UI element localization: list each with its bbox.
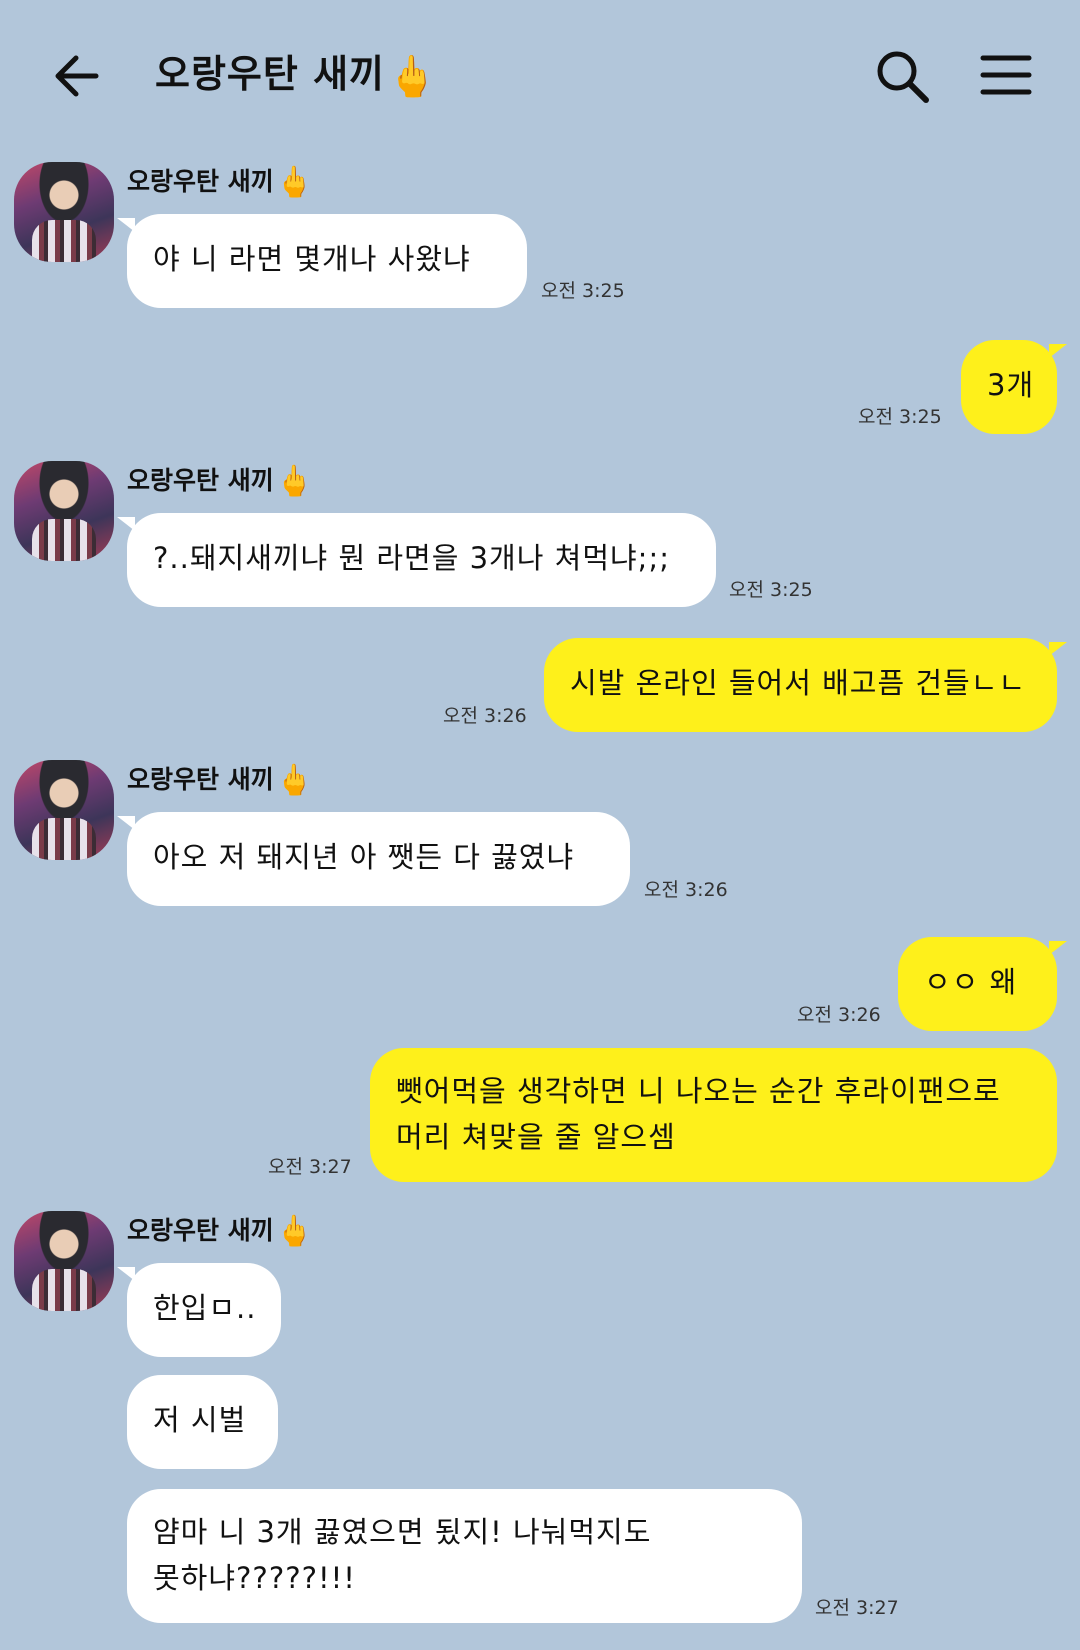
message-time: 오전 3:25 bbox=[858, 406, 942, 428]
message-bubble-outgoing[interactable]: 시발 온라인 들어서 배고픔 건들ㄴㄴ bbox=[544, 638, 1067, 732]
arrow-left-icon bbox=[55, 55, 99, 97]
chat-title-text: 오랑우탄 새끼 bbox=[155, 52, 385, 96]
middle-finger-emoji-icon: 🖕 bbox=[275, 165, 314, 200]
chat-title: 오랑우탄 새끼🖕 bbox=[155, 44, 438, 104]
message-time: 오전 3:26 bbox=[797, 1004, 881, 1026]
message-time: 오전 3:26 bbox=[644, 879, 728, 901]
sender-name-text: 오랑우탄 새끼 bbox=[127, 765, 274, 794]
sender-name-text: 오랑우탄 새끼 bbox=[127, 466, 274, 495]
search-icon bbox=[877, 51, 929, 103]
message-bubble-outgoing[interactable]: 3개 bbox=[961, 340, 1067, 434]
message-time: 오전 3:26 bbox=[443, 705, 527, 727]
sender-name: 오랑우탄 새끼🖕 bbox=[127, 164, 313, 201]
sender-name-text: 오랑우탄 새끼 bbox=[127, 1216, 274, 1245]
message-line: 뺏어먹을 생각하면 니 나오는 순간 후라이팬으로 bbox=[396, 1074, 1001, 1108]
sender-name-text: 오랑우탄 새끼 bbox=[127, 167, 274, 196]
sender-name: 오랑우탄 새끼🖕 bbox=[127, 762, 313, 799]
sender-avatar[interactable] bbox=[14, 1211, 114, 1311]
back-button[interactable] bbox=[50, 48, 106, 104]
middle-finger-emoji-icon: 🖕 bbox=[275, 464, 314, 499]
message-time: 오전 3:25 bbox=[729, 579, 813, 601]
message-time: 오전 3:27 bbox=[268, 1156, 352, 1178]
middle-finger-emoji-icon: 🖕 bbox=[387, 53, 438, 100]
message-time: 오전 3:25 bbox=[541, 280, 625, 302]
message-bubble-incoming[interactable]: 저 시벌 bbox=[127, 1375, 278, 1469]
message-line: 못하냐?????!!! bbox=[153, 1561, 356, 1595]
message-bubble-incoming[interactable]: ?..돼지새끼냐 뭔 라면을 3개나 쳐먹냐;;; bbox=[117, 513, 716, 607]
sender-avatar[interactable] bbox=[14, 461, 114, 561]
search-button[interactable] bbox=[872, 46, 932, 106]
sender-avatar[interactable] bbox=[14, 760, 114, 860]
message-line: 머리 쳐맞을 줄 알으셈 bbox=[396, 1120, 676, 1154]
chat-header: 오랑우탄 새끼🖕 bbox=[0, 0, 1080, 150]
sender-avatar[interactable] bbox=[14, 162, 114, 262]
hamburger-menu-icon bbox=[980, 55, 1032, 95]
sender-name: 오랑우탄 새끼🖕 bbox=[127, 463, 313, 500]
message-bubble-incoming[interactable]: 얌마 니 3개 끓였으면 됬지! 나눠먹지도 못하냐?????!!! bbox=[127, 1489, 802, 1623]
message-bubble-incoming[interactable]: 야 니 라면 몇개나 사왔냐 bbox=[117, 214, 527, 308]
middle-finger-emoji-icon: 🖕 bbox=[275, 1214, 314, 1249]
message-bubble-incoming[interactable]: 한입ㅁ.. bbox=[117, 1263, 281, 1357]
middle-finger-emoji-icon: 🖕 bbox=[275, 763, 314, 798]
message-bubble-incoming[interactable]: 아오 저 돼지년 아 쨋든 다 끓였냐 bbox=[117, 812, 630, 906]
menu-button[interactable] bbox=[980, 50, 1032, 100]
message-bubble-outgoing[interactable]: 뺏어먹을 생각하면 니 나오는 순간 후라이팬으로 머리 쳐맞을 줄 알으셈 bbox=[370, 1048, 1057, 1182]
sender-name: 오랑우탄 새끼🖕 bbox=[127, 1213, 313, 1250]
message-time: 오전 3:27 bbox=[815, 1597, 899, 1619]
message-bubble-outgoing[interactable]: ㅇㅇ 왜 bbox=[898, 937, 1067, 1031]
message-line: 얌마 니 3개 끓였으면 됬지! 나눠먹지도 bbox=[153, 1515, 652, 1549]
